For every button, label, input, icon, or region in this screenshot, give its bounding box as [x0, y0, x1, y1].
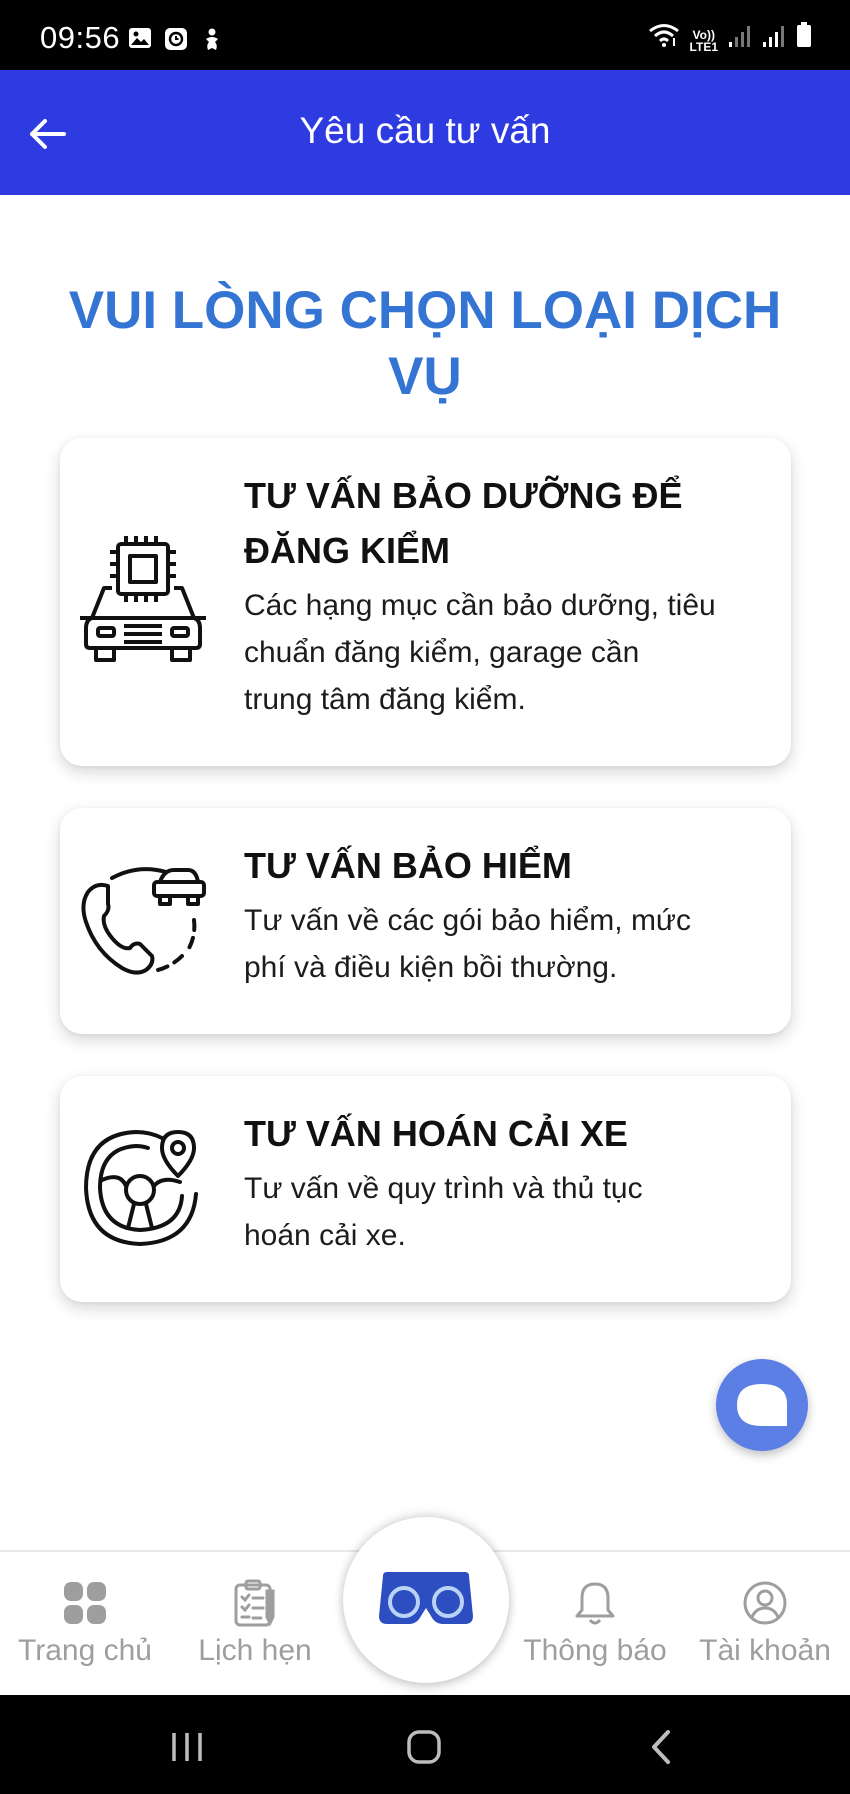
nav-item-account[interactable]: Tài khoản [680, 1552, 850, 1697]
service-title: TƯ VẤN HOÁN CẢI XE [244, 1113, 628, 1154]
status-notification-icons [128, 27, 224, 58]
chat-button[interactable] [716, 1359, 808, 1451]
bell-icon [570, 1578, 620, 1628]
service-title: TƯ VẤN BẢO HIỂM [244, 845, 572, 886]
service-description-line: Tư vấn về các gói bảo hiểm, mức [244, 904, 692, 937]
service-card-text: TƯ VẤN BẢO DƯỠNG ĐỂ ĐĂNG KIỂM Các hạng m… [244, 468, 771, 723]
heading-line-2: VỤ [388, 347, 462, 406]
nav-item-home[interactable]: Trang chủ [0, 1552, 170, 1697]
service-card-maintenance[interactable]: TƯ VẤN BẢO DƯỠNG ĐỂ ĐĂNG KIỂM Các hạng m… [60, 438, 791, 766]
heading-line-1: VUI LÒNG CHỌN LOẠI DỊCH [68, 281, 782, 340]
nav-item-notifications[interactable]: Thông báo [510, 1552, 680, 1697]
service-title: TƯ VẤN BẢO DƯỠNG ĐỂ ĐĂNG KIỂM [244, 468, 771, 578]
service-description-line: phí và điều kiện bồi thường. [244, 951, 618, 984]
phone-car-icon [78, 856, 208, 986]
service-description-line: chuẩn đăng kiểm, garage cần [244, 636, 640, 669]
recent-apps-button[interactable] [157, 1725, 217, 1769]
vr-headset-icon [379, 1572, 473, 1624]
clipboard-icon [230, 1578, 280, 1628]
home-grid-icon [60, 1578, 110, 1628]
home-icon [407, 1730, 441, 1764]
app-header: Yêu cầu tư vấn [0, 70, 850, 195]
nav-item-appointments[interactable]: Lịch hẹn [170, 1552, 340, 1697]
clock-app-icon [164, 27, 188, 58]
chat-bubble-icon [737, 1384, 787, 1426]
nav-label-notifications: Thông báo [523, 1634, 667, 1667]
back-icon [652, 1730, 670, 1764]
user-circle-icon [740, 1578, 790, 1628]
service-description-line: hoán cải xe. [244, 1219, 406, 1252]
signal-icon [728, 24, 752, 53]
wifi-icon [648, 22, 680, 53]
system-back-button[interactable] [631, 1725, 691, 1769]
service-description-line: trung tâm đăng kiểm. [244, 683, 526, 716]
volte-icon: Vo)) LTE1 [690, 29, 718, 53]
service-description: Tư vấn về các gói bảo hiểm, mức phí và đ… [244, 897, 771, 991]
nav-label-account: Tài khoản [699, 1634, 831, 1667]
recent-apps-icon [172, 1733, 202, 1761]
service-card-text: TƯ VẤN HOÁN CẢI XE Tư vấn về quy trình v… [244, 1106, 771, 1259]
system-navigation-bar [0, 1695, 850, 1794]
service-description: Các hạng mục cần bảo dưỡng, tiêu chuẩn đ… [244, 582, 771, 723]
nav-label-appointments: Lịch hẹn [198, 1634, 312, 1667]
signal-icon [762, 24, 786, 53]
status-system-icons: Vo)) LTE1 [648, 22, 812, 53]
steering-wheel-location-icon [78, 1124, 208, 1254]
service-card-text: TƯ VẤN BẢO HIỂM Tư vấn về các gói bảo hi… [244, 838, 771, 991]
volte-label-bottom: LTE1 [689, 40, 718, 54]
nav-item-vr-center[interactable] [343, 1517, 509, 1683]
service-title-line: ĐĂNG KIỂM [244, 530, 450, 571]
nav-label-home: Trang chủ [18, 1634, 152, 1667]
service-card-vehicle-modification[interactable]: TƯ VẤN HOÁN CẢI XE Tư vấn về quy trình v… [60, 1076, 791, 1302]
car-chip-icon [78, 536, 208, 666]
service-card-insurance[interactable]: TƯ VẤN BẢO HIỂM Tư vấn về các gói bảo hi… [60, 808, 791, 1034]
status-bar: 09:56 Vo)) LTE1 [0, 0, 850, 70]
accessibility-icon [200, 27, 224, 58]
service-description: Tư vấn về quy trình và thủ tục hoán cải … [244, 1165, 771, 1259]
home-button[interactable] [394, 1725, 454, 1769]
battery-icon [796, 22, 812, 53]
service-type-heading: VUI LÒNG CHỌN LOẠI DỊCH VỤ [40, 278, 810, 410]
service-description-line: Tư vấn về quy trình và thủ tục [244, 1172, 643, 1205]
page-title: Yêu cầu tư vấn [299, 110, 551, 151]
service-title-line: TƯ VẤN BẢO DƯỠNG ĐỂ [244, 475, 683, 516]
gallery-icon [128, 27, 152, 58]
service-description-line: Các hạng mục cần bảo dưỡng, tiêu [244, 589, 716, 622]
status-time: 09:56 [40, 20, 121, 55]
